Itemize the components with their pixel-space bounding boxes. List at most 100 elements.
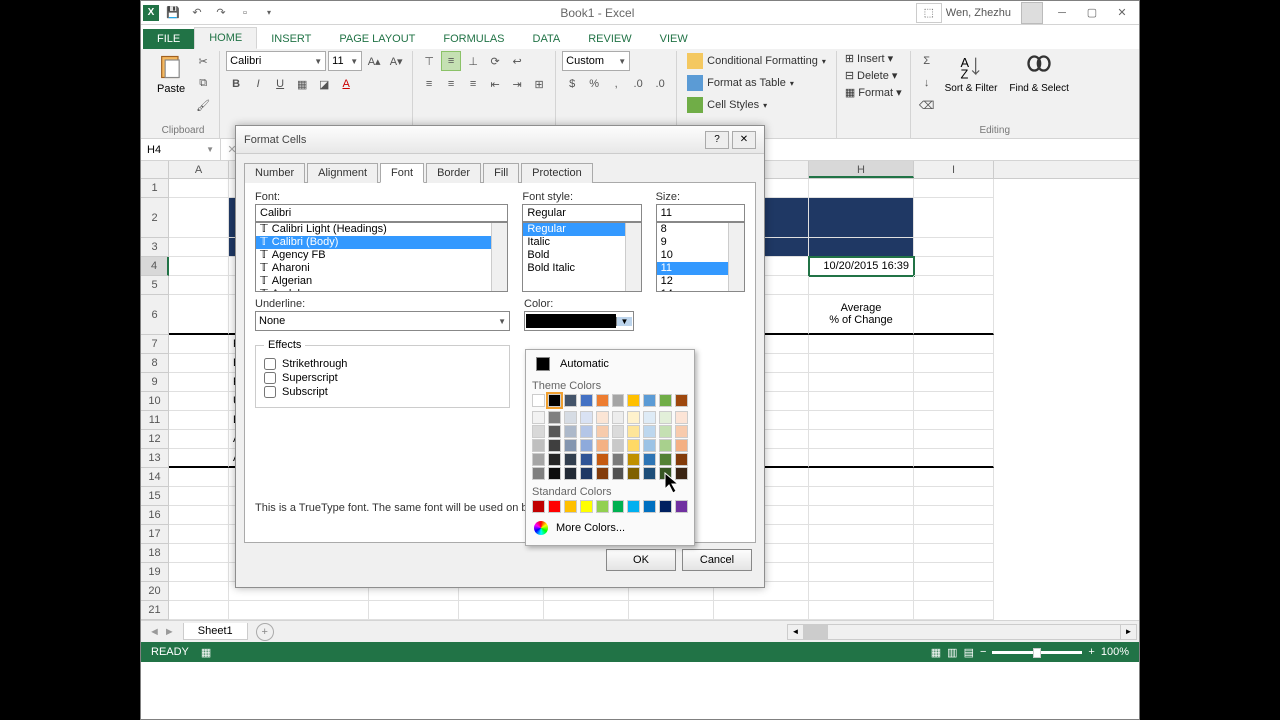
color-swatch[interactable] — [675, 453, 688, 466]
next-sheet-icon[interactable]: ► — [164, 626, 175, 638]
cell[interactable] — [914, 430, 994, 449]
strike-checkbox[interactable]: Strikethrough — [264, 357, 501, 371]
select-all-corner[interactable] — [141, 161, 169, 178]
cell[interactable] — [809, 582, 914, 601]
color-swatch[interactable] — [596, 394, 609, 407]
cell[interactable] — [809, 335, 914, 354]
cell[interactable] — [914, 506, 994, 525]
tab-border[interactable]: Border — [426, 163, 481, 183]
cell[interactable] — [809, 506, 914, 525]
row-header[interactable]: 11 — [141, 411, 169, 430]
color-swatch[interactable] — [659, 411, 672, 424]
conditional-formatting-button[interactable]: Conditional Formatting▾ — [683, 51, 830, 71]
decrease-indent-icon[interactable]: ⇤ — [485, 74, 505, 94]
cell[interactable] — [169, 430, 229, 449]
cell[interactable] — [809, 544, 914, 563]
color-swatch[interactable] — [612, 439, 625, 452]
color-swatch[interactable] — [532, 500, 545, 513]
cell[interactable] — [544, 601, 629, 620]
tab-data[interactable]: DATA — [519, 29, 575, 49]
comma-icon[interactable]: , — [606, 74, 626, 94]
color-swatch[interactable] — [627, 500, 640, 513]
font-size-combo[interactable]: 11▼ — [328, 51, 362, 71]
row-header[interactable]: 1 — [141, 179, 169, 198]
decrease-decimal-icon[interactable]: .0 — [650, 74, 670, 94]
cell[interactable] — [914, 276, 994, 295]
col-header[interactable]: A — [169, 161, 229, 178]
cell[interactable] — [809, 198, 914, 238]
color-swatch[interactable] — [627, 394, 640, 407]
size-listbox[interactable]: 8 9 10 11 12 14 — [656, 222, 745, 292]
cell[interactable] — [914, 468, 994, 487]
dialog-help-icon[interactable]: ? — [705, 131, 729, 149]
fill-icon[interactable]: ↓ — [917, 73, 937, 93]
cell-styles-button[interactable]: Cell Styles▾ — [683, 95, 830, 115]
cell[interactable] — [914, 449, 994, 468]
macro-icon[interactable]: ▦ — [201, 646, 211, 659]
merge-icon[interactable]: ⊞ — [529, 74, 549, 94]
row-header[interactable]: 19 — [141, 563, 169, 582]
cell[interactable] — [809, 468, 914, 487]
increase-decimal-icon[interactable]: .0 — [628, 74, 648, 94]
super-checkbox[interactable]: Superscript — [264, 371, 501, 385]
color-swatch[interactable] — [643, 500, 656, 513]
add-sheet-button[interactable]: + — [256, 623, 274, 641]
new-icon[interactable]: ▫ — [235, 3, 255, 23]
wrap-text-icon[interactable]: ↩ — [507, 51, 527, 71]
cell[interactable] — [809, 601, 914, 620]
row-header[interactable]: 7 — [141, 335, 169, 354]
cell[interactable] — [169, 179, 229, 198]
format-cells-button[interactable]: ▦ Format ▾ — [843, 85, 904, 100]
view-layout-icon[interactable]: ▥ — [947, 646, 957, 659]
shrink-font-icon[interactable]: A▾ — [386, 51, 406, 71]
clear-icon[interactable]: ⌫ — [917, 95, 937, 115]
cell[interactable] — [169, 238, 229, 257]
row-header[interactable]: 3 — [141, 238, 169, 257]
row-header[interactable]: 10 — [141, 392, 169, 411]
tab-page-layout[interactable]: PAGE LAYOUT — [325, 29, 429, 49]
color-swatch[interactable] — [580, 411, 593, 424]
user-name[interactable]: Wen, Zhezhu — [946, 7, 1011, 19]
row-header[interactable]: 8 — [141, 354, 169, 373]
color-swatch[interactable] — [596, 453, 609, 466]
color-swatch[interactable] — [532, 439, 545, 452]
tab-review[interactable]: REVIEW — [574, 29, 645, 49]
tab-insert[interactable]: INSERT — [257, 29, 325, 49]
zoom-in-icon[interactable]: + — [1088, 646, 1094, 658]
cell[interactable] — [809, 392, 914, 411]
underline-combo[interactable]: None▼ — [255, 311, 510, 331]
color-swatch[interactable] — [564, 467, 577, 480]
avatar[interactable] — [1021, 2, 1043, 24]
zoom-out-icon[interactable]: − — [980, 646, 986, 658]
more-colors[interactable]: More Colors... — [532, 517, 688, 539]
grow-font-icon[interactable]: A▴ — [364, 51, 384, 71]
color-swatch[interactable] — [643, 425, 656, 438]
cell[interactable] — [459, 601, 544, 620]
color-swatch[interactable] — [659, 467, 672, 480]
font-listbox[interactable]: 𝕋 Calibri Light (Headings) 𝕋 Calibri (Bo… — [255, 222, 508, 292]
row-header[interactable]: 6 — [141, 295, 169, 335]
color-swatch[interactable] — [612, 425, 625, 438]
cell[interactable] — [809, 354, 914, 373]
cell[interactable] — [914, 373, 994, 392]
cell[interactable] — [914, 238, 994, 257]
color-swatch[interactable] — [659, 453, 672, 466]
cell[interactable] — [809, 411, 914, 430]
view-break-icon[interactable]: ▤ — [964, 646, 974, 659]
tab-file[interactable]: FILE — [143, 29, 194, 49]
row-header[interactable]: 9 — [141, 373, 169, 392]
color-swatch[interactable] — [548, 453, 561, 466]
row-header[interactable]: 18 — [141, 544, 169, 563]
tab-home[interactable]: HOME — [194, 27, 257, 49]
bold-button[interactable]: B — [226, 74, 246, 94]
cell[interactable] — [169, 257, 229, 276]
maximize-icon[interactable]: ▢ — [1077, 3, 1107, 23]
fill-color-icon[interactable]: ◪ — [314, 74, 334, 94]
cell[interactable] — [914, 198, 994, 238]
color-swatch[interactable] — [596, 425, 609, 438]
color-swatch[interactable] — [564, 439, 577, 452]
redo-icon[interactable]: ↷ — [211, 3, 231, 23]
currency-icon[interactable]: $ — [562, 74, 582, 94]
sub-checkbox[interactable]: Subscript — [264, 385, 501, 399]
color-swatch[interactable] — [564, 425, 577, 438]
